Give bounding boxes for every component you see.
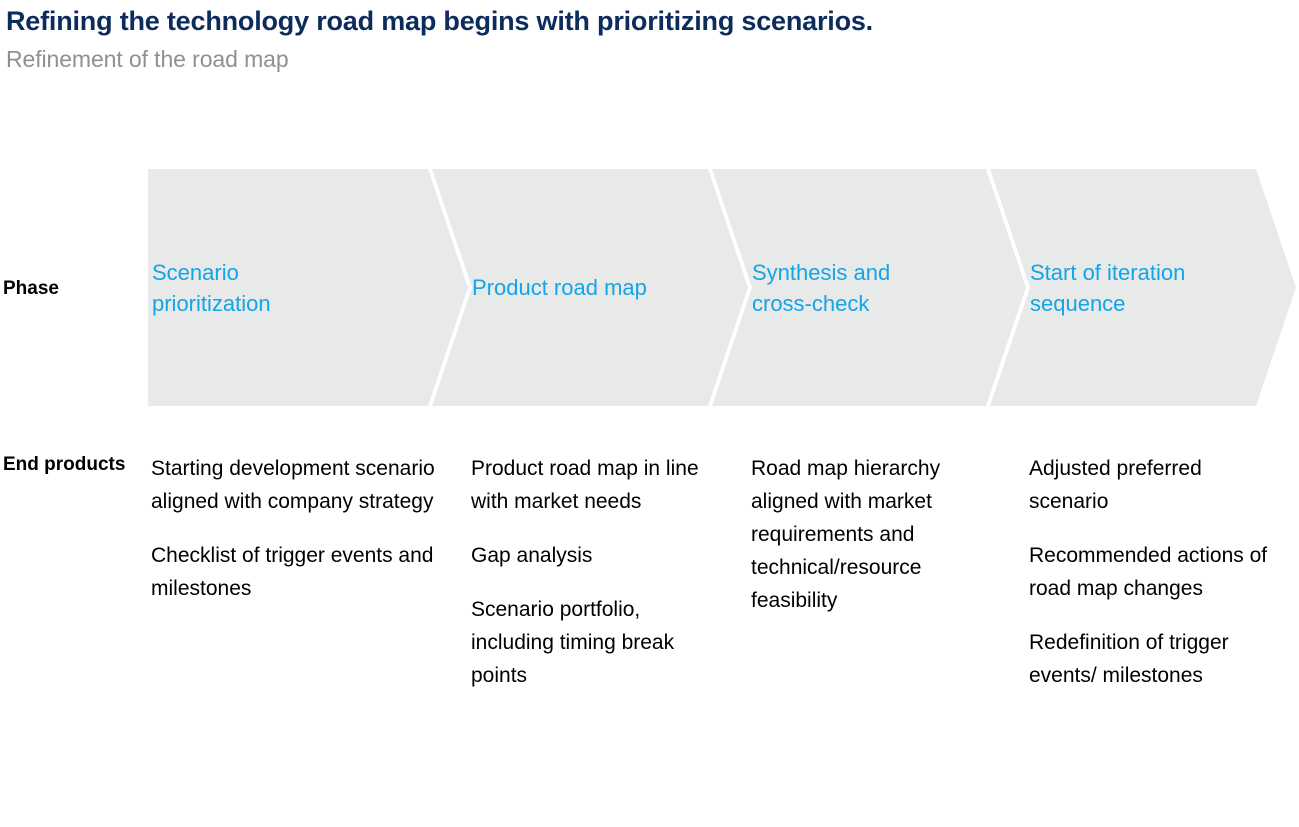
end-product-item: Gap analysis	[471, 544, 593, 567]
end-product-item: Road map hierarchy aligned with market r…	[751, 457, 941, 612]
slide-header: Refining the technology road map begins …	[6, 4, 1286, 74]
end-product-item: Scenario portfolio, including timing bre…	[471, 598, 675, 687]
page-subtitle: Refinement of the road map	[6, 46, 289, 72]
end-products-column-0: Starting development scenario aligned wi…	[151, 452, 451, 605]
chevron-shapes-svg	[148, 169, 1296, 406]
slide-canvas: Refining the technology road map begins …	[0, 0, 1299, 827]
end-products-column-2: Road map hierarchy aligned with market r…	[751, 452, 991, 617]
end-product-item: Starting development scenario aligned wi…	[151, 457, 435, 513]
end-product-item: Recommended actions of road map changes	[1029, 544, 1268, 600]
chevron-segment-4[interactable]	[990, 169, 1296, 406]
chevron-segment-2[interactable]	[432, 169, 748, 406]
chevron-segment-1[interactable]	[148, 169, 468, 406]
end-product-item: Checklist of trigger events and mileston…	[151, 544, 434, 600]
chevron-segment-3[interactable]	[712, 169, 1026, 406]
end-product-item: Redefinition of trigger events/ mileston…	[1029, 631, 1229, 687]
page-title: Refining the technology road map begins …	[6, 6, 873, 36]
end-product-item: Product road map in line with market nee…	[471, 457, 699, 513]
end-products-column-3: Adjusted preferred scenario Recommended …	[1029, 452, 1274, 692]
end-product-item: Adjusted preferred scenario	[1029, 457, 1202, 513]
end-products-column-1: Product road map in line with market nee…	[471, 452, 719, 692]
row-label-phase: Phase	[3, 278, 59, 299]
phase-chevron-band: Scenario prioritization Product road map…	[148, 169, 1296, 406]
row-label-end-products: End products	[3, 454, 126, 475]
